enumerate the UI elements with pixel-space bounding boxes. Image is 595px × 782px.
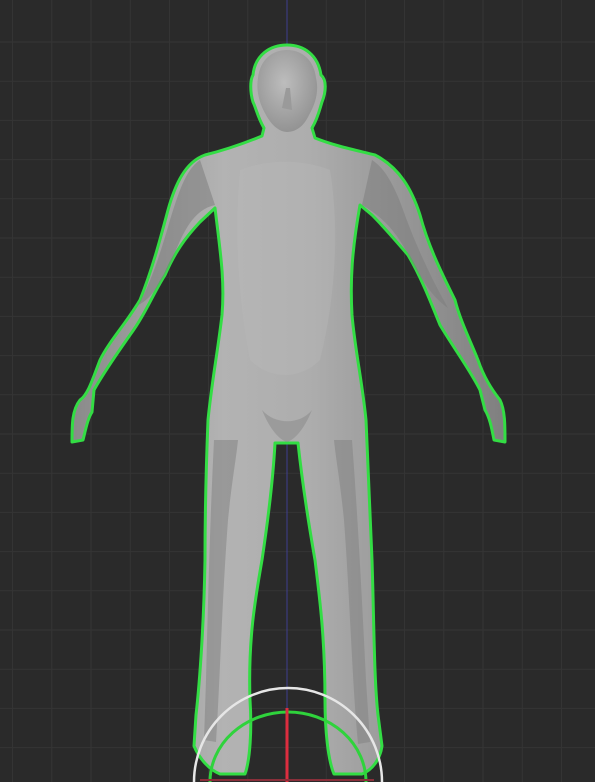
3d-viewport[interactable]: [0, 0, 595, 782]
viewport-canvas[interactable]: [0, 0, 595, 782]
torso-highlight: [237, 161, 336, 375]
